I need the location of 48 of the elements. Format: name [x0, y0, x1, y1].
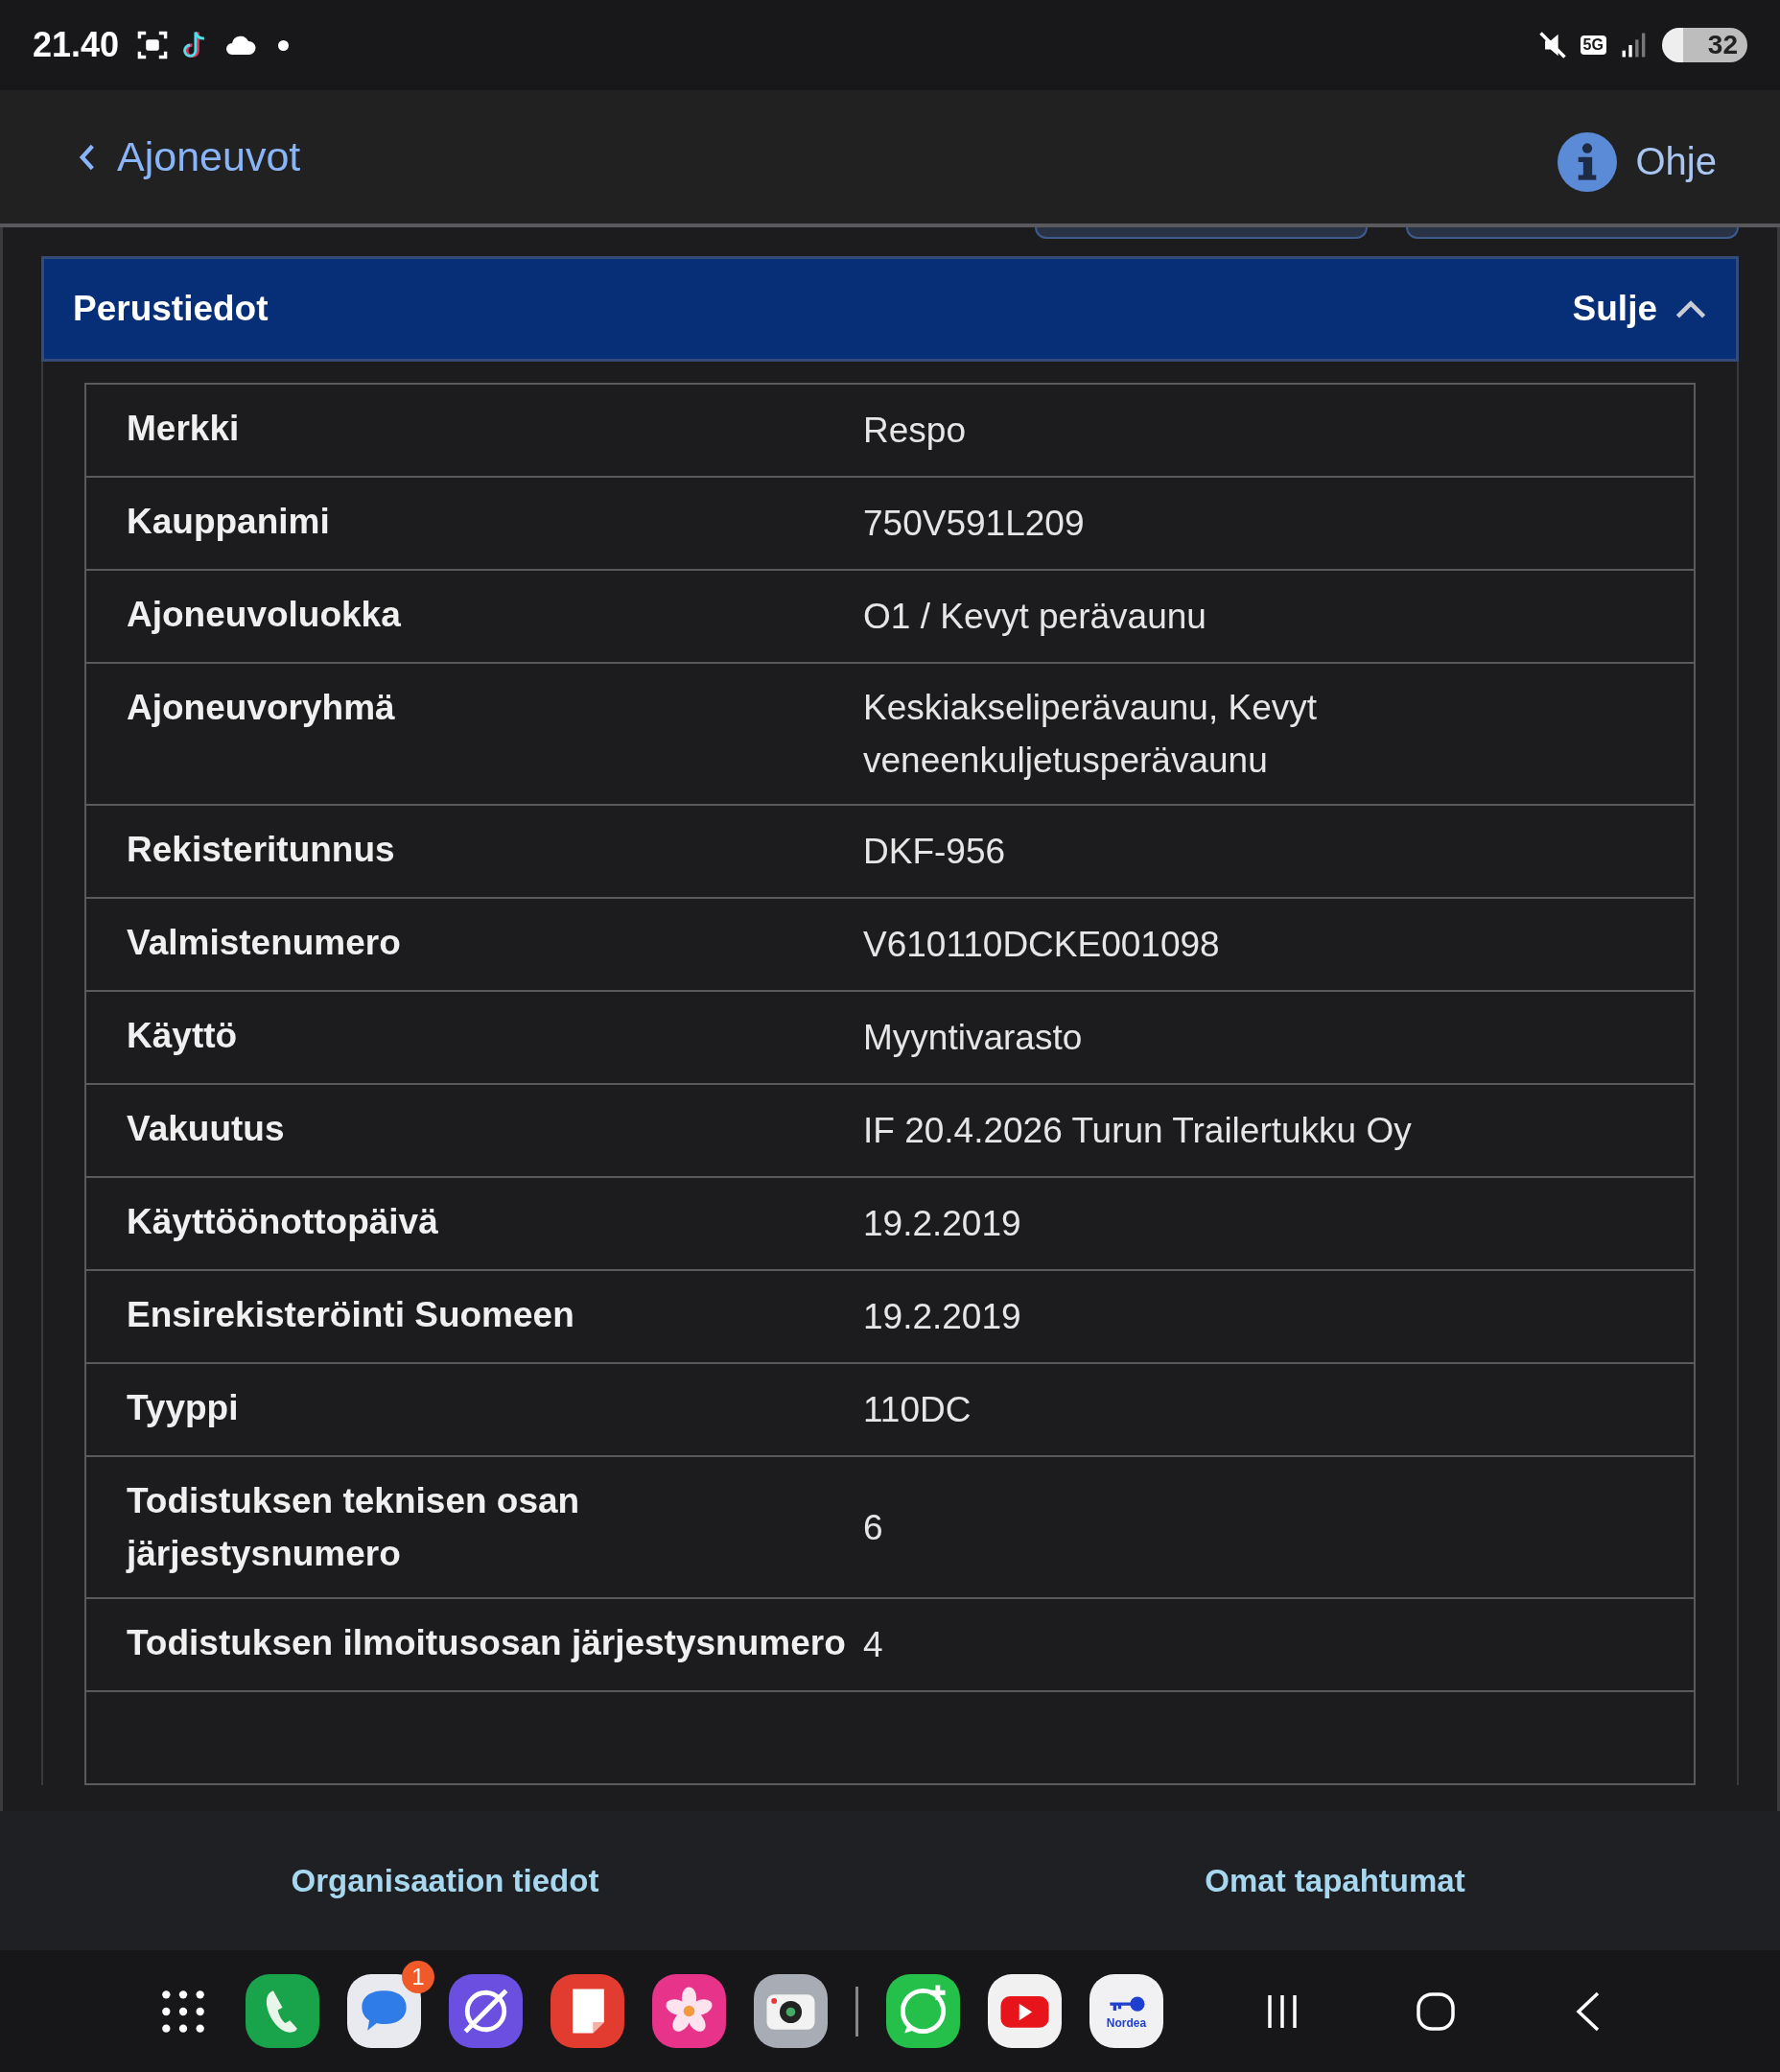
row-label: Käyttöönottopäivä — [126, 1201, 439, 1243]
bank-app-icon[interactable]: Nordea — [1089, 1974, 1163, 2048]
row-label: Merkki — [126, 408, 241, 450]
row-value: IF 20.4.2026 Turun Trailertukku Oy — [863, 1110, 1413, 1152]
screenshot-icon — [136, 29, 170, 61]
row-value: 4 — [863, 1624, 884, 1666]
back-link[interactable]: Ajoneuvot — [77, 133, 301, 180]
notification-dot-icon — [278, 39, 290, 51]
row-label: Valmistenumero — [126, 922, 402, 964]
help-button[interactable]: Ohje — [1557, 131, 1717, 192]
battery-indicator: 32 — [1661, 28, 1747, 62]
row-value: O1 / Kevyt perävaunu — [863, 596, 1207, 638]
row-value: 19.2.2019 — [863, 1203, 1022, 1245]
phone-app-icon[interactable] — [246, 1974, 319, 2048]
row-value: Myyntivarasto — [863, 1017, 1084, 1059]
app-label: Nordea — [1106, 2015, 1147, 2030]
row-label: Rekisteritunnus — [126, 829, 396, 871]
row-value: 19.2.2019 — [863, 1296, 1022, 1338]
row-label: Todistuksen teknisen osan järjestysnumero — [125, 1480, 581, 1575]
info-icon — [1557, 131, 1617, 192]
chat-app-icon[interactable] — [886, 1974, 960, 2048]
row-label: Kauppanimi — [126, 501, 331, 543]
row-value: 6 — [863, 1506, 884, 1549]
collapse-button[interactable]: Sulje — [1572, 289, 1707, 329]
row-value: V610110DCKE001098 — [863, 924, 1221, 966]
row-label: Tyyppi — [126, 1387, 240, 1429]
bottom-nav-link[interactable]: Organisaation tiedot — [0, 1862, 890, 1899]
row-label: Vakuutus — [126, 1108, 286, 1150]
notes-app-icon[interactable] — [550, 1974, 624, 2048]
network-type: 5G — [1580, 35, 1606, 55]
row-label: Ensirekisteröinti Suomeen — [126, 1294, 575, 1336]
gallery-app-icon[interactable] — [652, 1974, 726, 2048]
camera-app-icon[interactable] — [754, 1974, 828, 2048]
row-label: Ajoneuvoryhmä — [126, 687, 396, 729]
row-value: DKF-956 — [863, 831, 1007, 873]
notification-badge: 1 — [402, 1961, 434, 1993]
row-label: Ajoneuvoluokka — [126, 594, 402, 636]
row-value: Respo — [863, 410, 967, 452]
row-value: Keskiakseliperävaunu, Kevyt veneenkuljetusperävaunu — [863, 687, 1319, 782]
video-app-icon[interactable] — [988, 1974, 1062, 2048]
row-label: Todistuksen ilmoitusosan järjestysnumero — [126, 1622, 847, 1664]
section-title: Perustiedot — [73, 289, 269, 329]
section-header[interactable]: Perustiedot Sulje — [41, 256, 1739, 362]
row-value: 750V591L209 — [863, 503, 1086, 545]
row-label: Käyttö — [126, 1015, 239, 1057]
status-time: 21.40 — [33, 25, 120, 65]
bottom-nav-link[interactable]: Omat tapahtumat — [890, 1862, 1780, 1899]
row-value: 110DC — [863, 1389, 972, 1431]
